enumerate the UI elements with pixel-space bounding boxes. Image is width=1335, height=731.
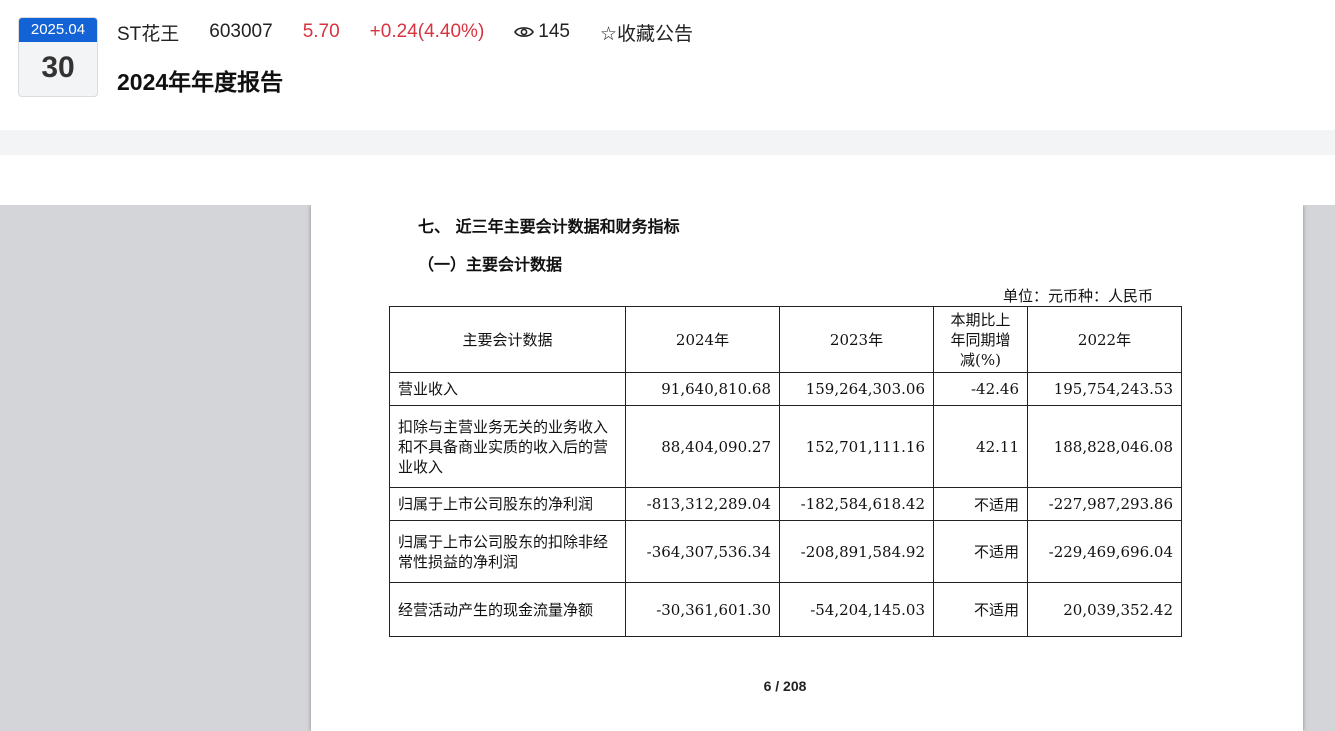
stock-code[interactable]: 603007 [209, 21, 272, 43]
cell-2023: 159,264,303.06 [779, 372, 934, 406]
stock-info-row: ST花王 603007 5.70 +0.24(4.40%) 145 ☆收藏公告 [117, 19, 693, 45]
cell-2022: -227,987,293.86 [1027, 487, 1182, 521]
unit-note: 单位：元币种：人民币 [1002, 287, 1153, 305]
accounting-data-table: 主要会计数据 2024年 2023年 本期比上年同期增减(%) 2022年 营业… [389, 306, 1182, 637]
header-item: 主要会计数据 [389, 306, 626, 373]
table-row: 经营活动产生的现金流量净额 -30,361,601.30 -54,204,145… [389, 582, 1182, 637]
table-row: 营业收入 91,640,810.68 159,264,303.06 -42.46… [389, 372, 1182, 406]
cell-2024: -30,361,601.30 [625, 582, 780, 637]
header-change: 本期比上年同期增减(%) [933, 306, 1028, 373]
header-2023: 2023年 [779, 306, 934, 373]
pdf-viewer[interactable]: 七、 近三年主要会计数据和财务指标 （一）主要会计数据 单位：元币种：人民币 主… [0, 205, 1335, 731]
price-change: +0.24(4.40%) [369, 21, 485, 42]
header-2024: 2024年 [625, 306, 780, 373]
cell-2023: -182,584,618.42 [779, 487, 934, 521]
cell-2022: 20,039,352.42 [1027, 582, 1182, 637]
cell-change: 不适用 [933, 487, 1028, 521]
row-label: 归属于上市公司股东的净利润 [389, 487, 626, 521]
view-count-value: 145 [538, 21, 570, 42]
cell-change: 42.11 [933, 405, 1028, 488]
date-badge: 2025.04 30 [18, 17, 98, 97]
cell-2024: -364,307,536.34 [625, 520, 780, 583]
cell-2022: -229,469,696.04 [1027, 520, 1182, 583]
eye-icon [514, 27, 535, 37]
row-label: 营业收入 [389, 372, 626, 406]
row-label: 经营活动产生的现金流量净额 [389, 582, 626, 637]
document-title: 2024年年度报告 [117, 69, 284, 95]
announcement-header: 2025.04 30 ST花王 603007 5.70 +0.24(4.40%)… [0, 0, 1335, 130]
table-row: 归属于上市公司股东的扣除非经常性损益的净利润 -364,307,536.34 -… [389, 520, 1182, 583]
table-row: 归属于上市公司股东的净利润 -813,312,289.04 -182,584,6… [389, 487, 1182, 521]
page-indicator: 6 / 208 [763, 678, 807, 694]
cell-change: 不适用 [933, 582, 1028, 637]
row-label: 扣除与主营业务无关的业务收入和不具备商业实质的收入后的营业收入 [389, 405, 626, 488]
header-divider [0, 130, 1335, 155]
cell-2023: -208,891,584.92 [779, 520, 934, 583]
view-count: 145 [514, 21, 570, 43]
cell-2023: -54,204,145.03 [779, 582, 934, 637]
stock-price: 5.70 [302, 21, 340, 42]
cell-2023: 152,701,111.16 [779, 405, 934, 488]
cell-2024: 91,640,810.68 [625, 372, 780, 406]
table-row: 扣除与主营业务无关的业务收入和不具备商业实质的收入后的营业收入 88,404,0… [389, 405, 1182, 488]
date-day: 30 [41, 51, 75, 84]
cell-2022: 188,828,046.08 [1027, 405, 1182, 488]
subsection-title: （一）主要会计数据 [418, 255, 563, 274]
favorite-label: ☆收藏公告 [599, 23, 694, 45]
cell-change: 不适用 [933, 520, 1028, 583]
favorite-button[interactable]: ☆收藏公告 [600, 19, 693, 46]
header-2022: 2022年 [1027, 306, 1182, 373]
table-header-row: 主要会计数据 2024年 2023年 本期比上年同期增减(%) 2022年 [389, 306, 1182, 373]
stock-name[interactable]: ST花王 [117, 19, 179, 46]
pdf-page: 七、 近三年主要会计数据和财务指标 （一）主要会计数据 单位：元币种：人民币 主… [311, 205, 1303, 731]
section-title: 七、 近三年主要会计数据和财务指标 [418, 217, 680, 236]
date-year-month: 2025.04 [19, 18, 97, 42]
cell-2024: 88,404,090.27 [625, 405, 780, 488]
cell-change: -42.46 [933, 372, 1028, 406]
cell-2022: 195,754,243.53 [1027, 372, 1182, 406]
row-label: 归属于上市公司股东的扣除非经常性损益的净利润 [389, 520, 626, 583]
cell-2024: -813,312,289.04 [625, 487, 780, 521]
